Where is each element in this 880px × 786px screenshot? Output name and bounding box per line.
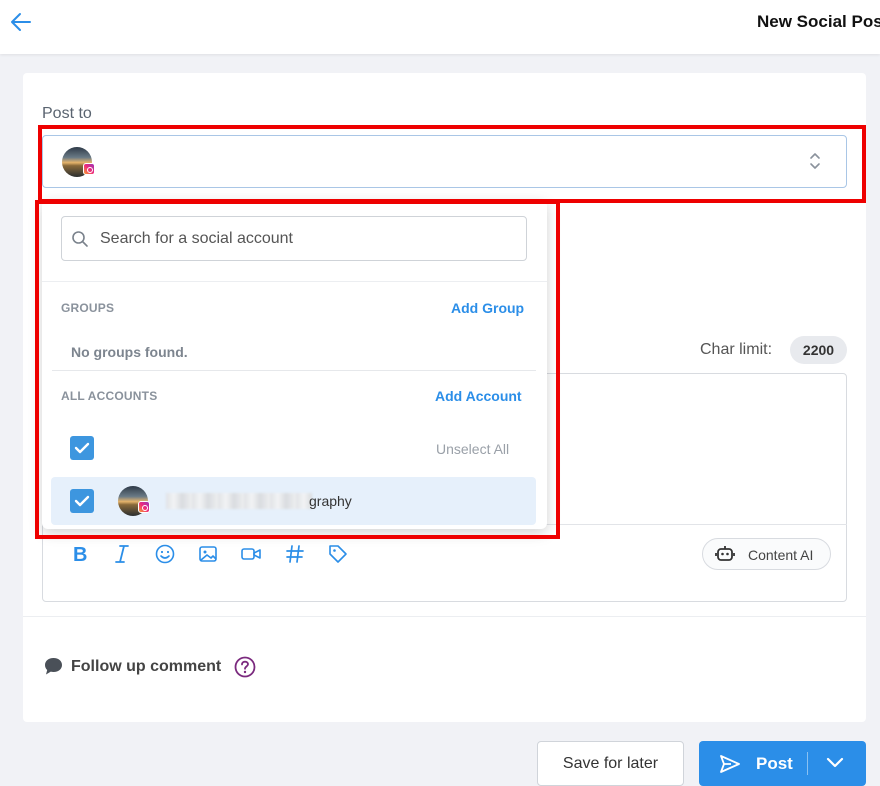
account-selector[interactable] xyxy=(42,135,847,188)
search-icon xyxy=(72,231,88,247)
send-icon xyxy=(720,755,740,773)
save-for-later-button[interactable]: Save for later xyxy=(537,741,684,786)
all-accounts-heading: ALL ACCOUNTS xyxy=(61,389,158,403)
video-icon[interactable] xyxy=(240,543,262,565)
account-search-input[interactable] xyxy=(100,217,520,260)
robot-icon xyxy=(715,546,735,561)
card-divider xyxy=(23,616,866,617)
italic-icon[interactable] xyxy=(111,543,133,565)
top-bar: New Social Post xyxy=(0,0,880,54)
tag-icon[interactable] xyxy=(327,543,349,565)
chevron-down-icon[interactable] xyxy=(826,756,844,770)
char-limit-label: Char limit: xyxy=(700,341,773,358)
page-title: New Social Post xyxy=(757,12,880,31)
dropdown-separator xyxy=(42,281,547,282)
instagram-icon xyxy=(138,501,150,513)
comment-icon xyxy=(45,658,62,675)
back-arrow-icon[interactable] xyxy=(8,10,34,34)
account-row[interactable]: graphy xyxy=(51,477,536,525)
content-ai-button[interactable]: Content AI xyxy=(702,538,831,570)
char-limit-badge: 2200 xyxy=(790,336,847,364)
unselect-all-link[interactable]: Unselect All xyxy=(436,441,509,457)
add-group-link[interactable]: Add Group xyxy=(451,300,524,316)
account-checkbox[interactable] xyxy=(70,489,94,513)
post-to-label: Post to xyxy=(42,105,92,122)
account-search-box[interactable] xyxy=(61,216,527,261)
image-icon[interactable] xyxy=(197,543,219,565)
hashtag-icon[interactable] xyxy=(284,543,306,565)
instagram-icon xyxy=(83,163,95,175)
post-button[interactable]: Post xyxy=(699,741,866,786)
help-icon[interactable] xyxy=(234,656,256,678)
no-groups-text: No groups found. xyxy=(71,344,188,360)
post-button-separator xyxy=(807,752,808,775)
select-all-checkbox[interactable] xyxy=(70,436,94,460)
svg-text:B: B xyxy=(73,544,87,565)
follow-up-comment-label: Follow up comment xyxy=(71,658,222,675)
account-name-redacted xyxy=(166,493,312,509)
add-account-link[interactable]: Add Account xyxy=(435,388,522,404)
emoji-icon[interactable] xyxy=(154,543,176,565)
bold-icon[interactable]: B xyxy=(69,543,91,565)
groups-separator xyxy=(52,370,536,371)
content-ai-label: Content AI xyxy=(748,547,814,563)
chevron-updown-icon[interactable] xyxy=(809,151,821,171)
groups-heading: GROUPS xyxy=(61,301,115,315)
account-name: graphy xyxy=(309,493,352,509)
post-label: Post xyxy=(756,754,793,773)
